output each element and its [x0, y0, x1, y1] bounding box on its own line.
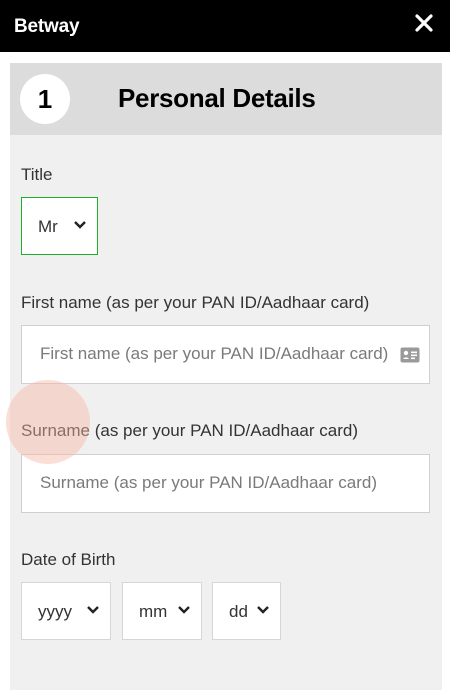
title-select[interactable]: Mr — [21, 197, 98, 255]
first-name-placeholder: First name (as per your PAN ID/Aadhaar c… — [40, 344, 389, 363]
dob-label: Date of Birth — [21, 550, 116, 569]
first-name-input[interactable]: First name (as per your PAN ID/Aadhaar c… — [21, 325, 430, 384]
step-number: 1 — [20, 74, 70, 124]
first-name-label: First name (as per your PAN ID/Aadhaar c… — [21, 293, 370, 312]
dob-year-value: yyyy — [38, 602, 72, 621]
dob-month-value: mm — [139, 602, 168, 621]
dob-year-select[interactable]: yyyy — [21, 582, 111, 640]
surname-placeholder: Surname (as per your PAN ID/Aadhaar card… — [40, 473, 377, 492]
close-icon — [415, 14, 433, 32]
chevron-down-icon — [178, 606, 190, 614]
brand-logo: Betway — [14, 16, 80, 37]
id-card-icon — [400, 347, 420, 363]
watermark-logo — [6, 380, 90, 464]
top-bar: Betway — [0, 0, 450, 52]
surname-input[interactable]: Surname (as per your PAN ID/Aadhaar card… — [21, 454, 430, 513]
chevron-down-icon — [87, 606, 99, 614]
close-button[interactable] — [410, 9, 438, 37]
registration-form: 1 Personal Details Title Mr First name (… — [10, 63, 442, 690]
dob-month-select[interactable]: mm — [122, 582, 202, 640]
dob-day-select[interactable]: dd — [212, 582, 281, 640]
dob-day-value: dd — [229, 602, 248, 621]
title-select-value: Mr — [38, 217, 58, 236]
step-header: 1 Personal Details — [10, 63, 442, 135]
title-label: Title — [21, 165, 53, 184]
chevron-down-icon — [74, 221, 86, 229]
chevron-down-icon — [257, 606, 269, 614]
step-title: Personal Details — [118, 83, 316, 113]
